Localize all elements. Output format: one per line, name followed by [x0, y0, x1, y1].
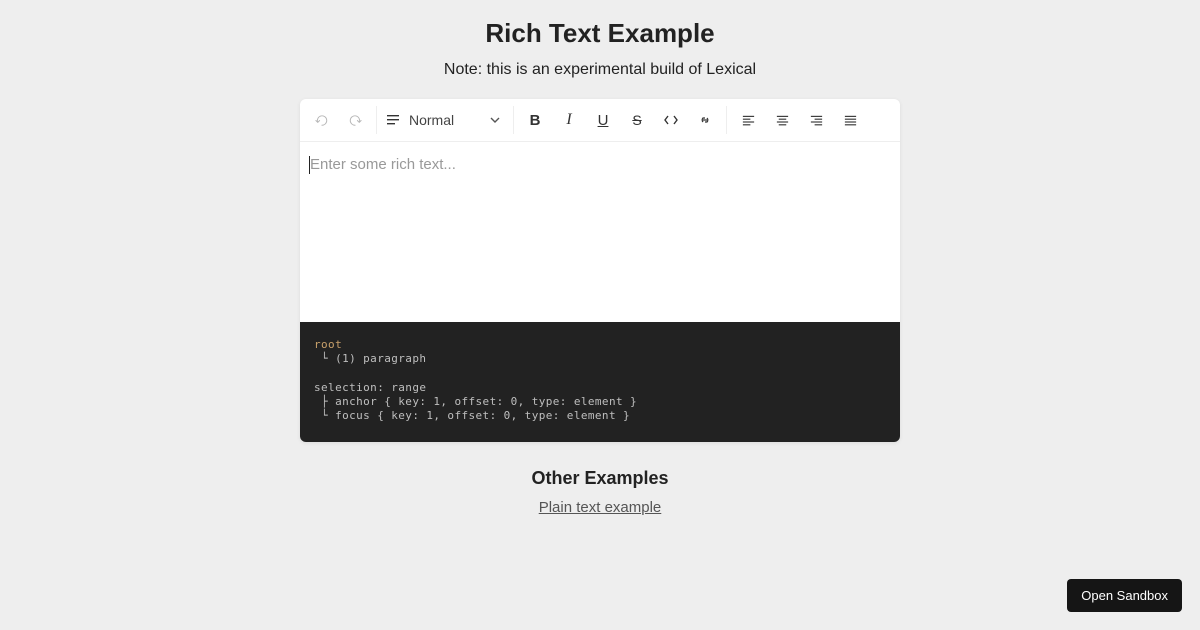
align-right-icon: [809, 113, 824, 128]
align-right-button[interactable]: [799, 103, 833, 137]
block-type-label: Normal: [407, 112, 465, 128]
code-button[interactable]: [654, 103, 688, 137]
code-icon: [663, 112, 679, 128]
block-type-select[interactable]: Normal: [381, 103, 509, 137]
align-justify-icon: [843, 113, 858, 128]
note-text: Note: this is an experimental build of L…: [0, 61, 1200, 79]
underline-button[interactable]: U: [586, 103, 620, 137]
toolbar-divider: [376, 106, 377, 134]
editor-container: Normal B I U S: [300, 99, 900, 442]
redo-button[interactable]: [338, 103, 372, 137]
strikethrough-button[interactable]: S: [620, 103, 654, 137]
toolbar: Normal B I U S: [300, 99, 900, 142]
undo-icon: [314, 113, 329, 128]
undo-button[interactable]: [304, 103, 338, 137]
redo-icon: [348, 113, 363, 128]
toolbar-divider: [513, 106, 514, 134]
bold-button[interactable]: B: [518, 103, 552, 137]
plain-text-link[interactable]: Plain text example: [539, 499, 662, 516]
chevron-down-icon: [489, 114, 501, 126]
align-left-icon: [741, 113, 756, 128]
link-icon: [697, 112, 713, 128]
other-examples-heading: Other Examples: [0, 468, 1200, 489]
align-justify-button[interactable]: [833, 103, 867, 137]
editor-placeholder: Enter some rich text...: [310, 156, 456, 173]
bold-icon: B: [530, 112, 541, 129]
strikethrough-icon: S: [632, 112, 641, 128]
debug-panel: root └ (1) paragraph selection: range ├ …: [300, 322, 900, 442]
italic-icon: I: [566, 111, 571, 129]
debug-text: └ (1) paragraph selection: range ├ ancho…: [314, 352, 637, 422]
align-center-button[interactable]: [765, 103, 799, 137]
italic-button[interactable]: I: [552, 103, 586, 137]
editor-content[interactable]: Enter some rich text...: [300, 142, 900, 322]
align-left-button[interactable]: [731, 103, 765, 137]
paragraph-icon: [385, 112, 401, 128]
page-title: Rich Text Example: [0, 18, 1200, 49]
link-button[interactable]: [688, 103, 722, 137]
toolbar-divider: [726, 106, 727, 134]
underline-icon: U: [598, 112, 609, 129]
align-center-icon: [775, 113, 790, 128]
text-caret: [309, 156, 310, 174]
open-sandbox-button[interactable]: Open Sandbox: [1067, 579, 1182, 612]
